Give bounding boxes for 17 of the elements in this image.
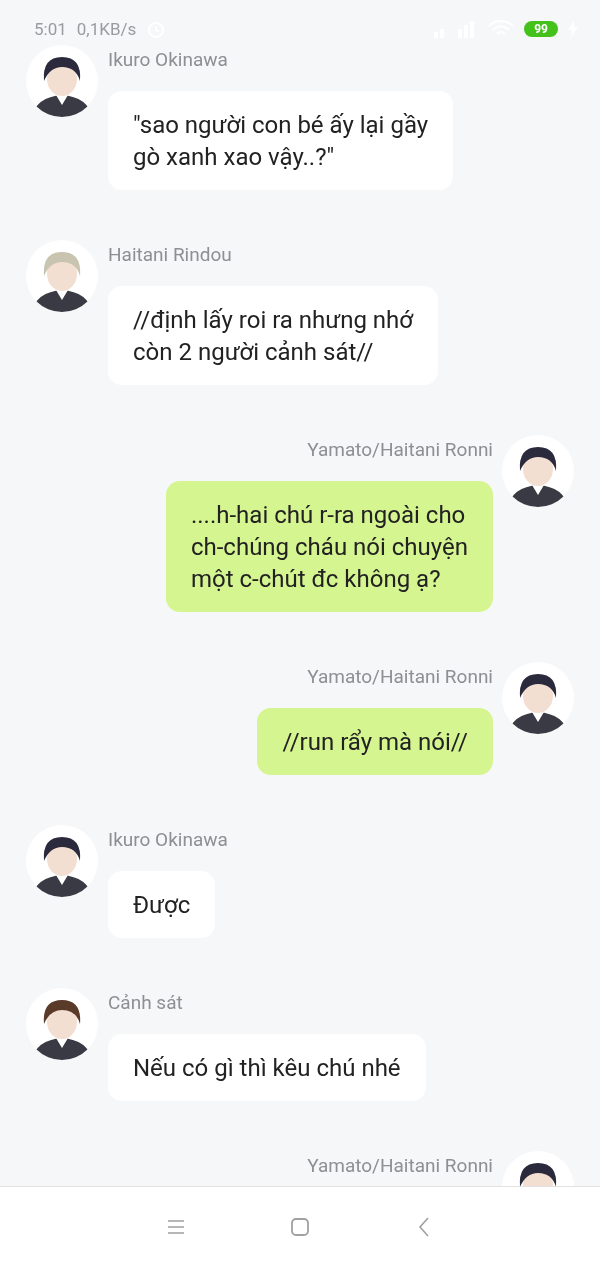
sender-name: Yamato/Haitani Ronni bbox=[307, 664, 493, 690]
sender-name: Yamato/Haitani Ronni bbox=[307, 437, 493, 463]
sender-name: Cảnh sát bbox=[108, 990, 183, 1016]
sender-name: Haitani Rindou bbox=[108, 242, 232, 268]
message-bubble: "sao người con bé ấy lại gầy gò xanh xao vậy..?" bbox=[108, 91, 454, 190]
home-icon[interactable] bbox=[288, 1215, 312, 1239]
message-bubble: //định lấy roi ra nhưng nhớ còn 2 người cảnh sát// bbox=[108, 286, 439, 385]
status-time: 5:01 bbox=[34, 19, 67, 39]
message-bubble: Được bbox=[108, 871, 216, 938]
network-speed: 0,1KB/s bbox=[76, 19, 137, 39]
message-bubble: //run rẩy mà nói// bbox=[257, 708, 493, 775]
sender-name: Ikuro Okinawa bbox=[108, 47, 228, 73]
sender-name: Yamato/Haitani Ronni bbox=[307, 1153, 493, 1179]
message-bubble: ....h-hai chú r-ra ngoài cho ch-chúng cháu nói chuyện một c-chút đc không ạ? bbox=[165, 481, 493, 612]
battery-level: 99 bbox=[524, 21, 558, 37]
message-bubble: Nếu có gì thì kêu chú nhé bbox=[108, 1034, 426, 1101]
sender-name: Ikuro Okinawa bbox=[108, 827, 228, 853]
